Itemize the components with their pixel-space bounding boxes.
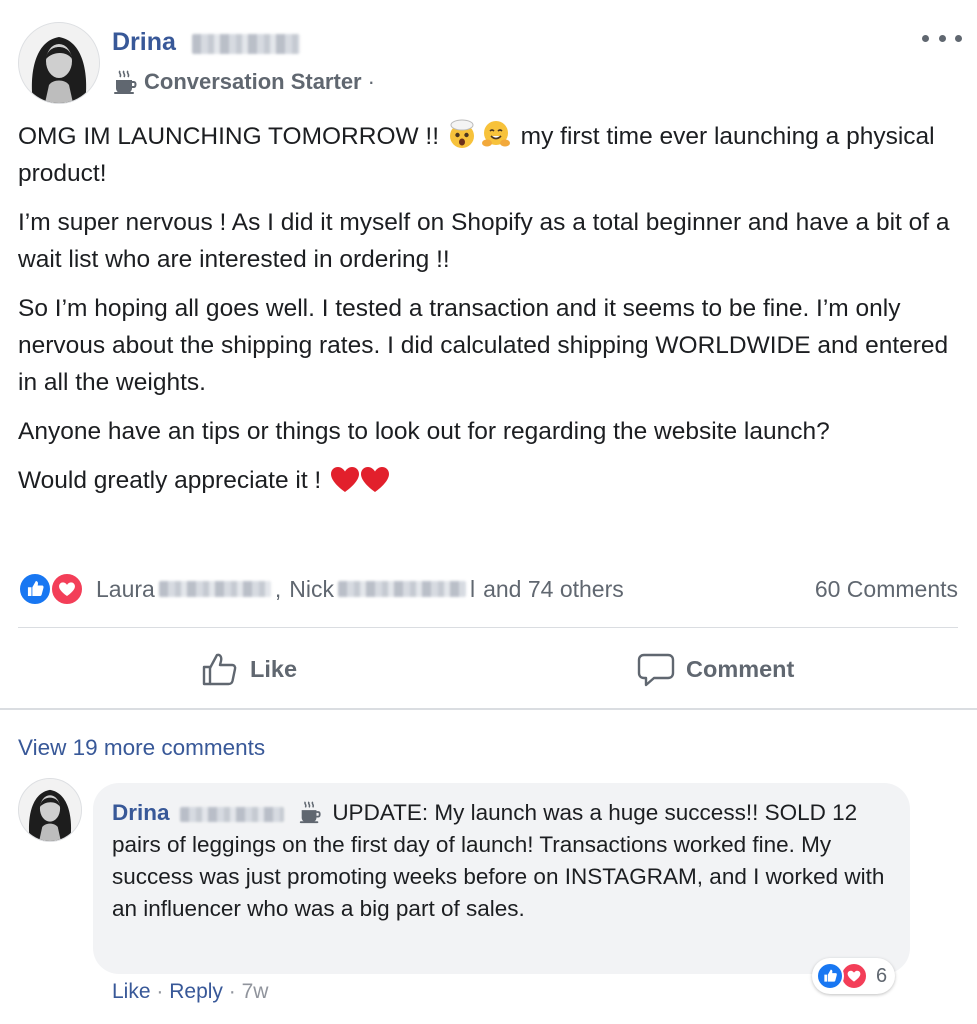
badge-separator: · (367, 69, 375, 94)
exploding-head-emoji (449, 119, 474, 148)
comment-like-link[interactable]: Like (112, 980, 151, 1003)
section-divider (0, 708, 977, 710)
comment-text-start: UPDATE: My launch was a huge success!! (332, 800, 759, 825)
comment-button-label: Comment (686, 655, 795, 682)
comment-age[interactable]: 7w (242, 980, 269, 1003)
more-dot (938, 34, 946, 42)
speech-bubble-icon (637, 653, 675, 687)
comment-actions-separator: · (228, 980, 236, 1003)
view-more-comments-link[interactable]: View 19 more comments (18, 735, 265, 761)
redacted-name (337, 581, 466, 597)
post-author-avatar[interactable] (18, 22, 100, 104)
divider (18, 627, 958, 628)
post-paragraph-5: Would greatly appreciate it ! (18, 462, 958, 499)
love-reaction-icon (840, 962, 868, 990)
avatar-photo (19, 23, 99, 103)
post-text-5: Would greatly appreciate it ! (18, 467, 322, 494)
post-paragraph-4: Anyone have an tips or things to look ou… (18, 418, 830, 445)
more-options-icon[interactable] (922, 26, 962, 50)
reactions-others[interactable]: and 74 others (483, 576, 624, 603)
post-paragraph-1: OMG IM LAUNCHING TOMORROW !! my first ti… (18, 118, 958, 192)
comment-button[interactable]: Comment (636, 646, 794, 692)
comment-reaction-icons (816, 962, 870, 990)
comment-reply-link[interactable]: Reply (169, 980, 223, 1003)
comment-text: Drina UPDATE: My launch was a huge succe… (112, 797, 892, 925)
post-text-1a: OMG IM LAUNCHING TOMORROW !! (18, 123, 440, 150)
post-body: OMG IM LAUNCHING TOMORROW !! my first ti… (18, 118, 958, 511)
love-reaction-icon (50, 572, 84, 606)
thumbs-up-icon (202, 653, 237, 686)
more-dot (922, 34, 929, 42)
like-reaction-icon (18, 572, 52, 606)
reactions-summary[interactable]: Laura , Nick l and 74 others 60 Comments (18, 572, 958, 606)
post-paragraph-3: So I’m hoping all goes well. I tested a … (18, 295, 949, 396)
avatar-photo (19, 779, 81, 841)
comment-author-name[interactable]: Drina (112, 800, 170, 825)
comment-reaction-count: 6 (876, 964, 888, 987)
reactor-name-1[interactable]: Laura (96, 576, 155, 603)
hugging-face-emoji (481, 121, 510, 147)
conversation-starter-badge[interactable]: Conversation Starter · (112, 68, 375, 96)
comment-reactions[interactable]: 6 (812, 958, 896, 994)
comment-actions-separator: · (156, 980, 164, 1003)
reactor-separator: , (274, 575, 282, 602)
comment-actions: Like · Reply · 7w (112, 980, 268, 1004)
like-button[interactable]: Like (200, 646, 297, 692)
post-author-name[interactable]: Drina (112, 28, 176, 57)
mug-icon (114, 70, 137, 94)
reactor-name-2[interactable]: Nick (289, 576, 334, 603)
comments-count[interactable]: 60 Comments (815, 572, 958, 606)
reaction-icons (18, 572, 92, 606)
red-heart-emoji (331, 467, 360, 492)
badge-label: Conversation Starter (144, 69, 362, 94)
mug-icon (299, 801, 321, 824)
more-dot (955, 34, 962, 42)
post-paragraph-2: I’m super nervous ! As I did it myself o… (18, 209, 950, 273)
author-first-name[interactable]: Drina (112, 28, 176, 56)
redacted-name (179, 806, 284, 822)
like-reaction-icon (816, 962, 844, 990)
redacted-name (158, 581, 271, 597)
comment-author-avatar[interactable] (18, 778, 82, 842)
red-heart-emoji (361, 467, 390, 492)
redacted-last-name (192, 34, 300, 54)
like-button-label: Like (250, 655, 298, 682)
reactor-name-2-tail: l (469, 575, 476, 602)
